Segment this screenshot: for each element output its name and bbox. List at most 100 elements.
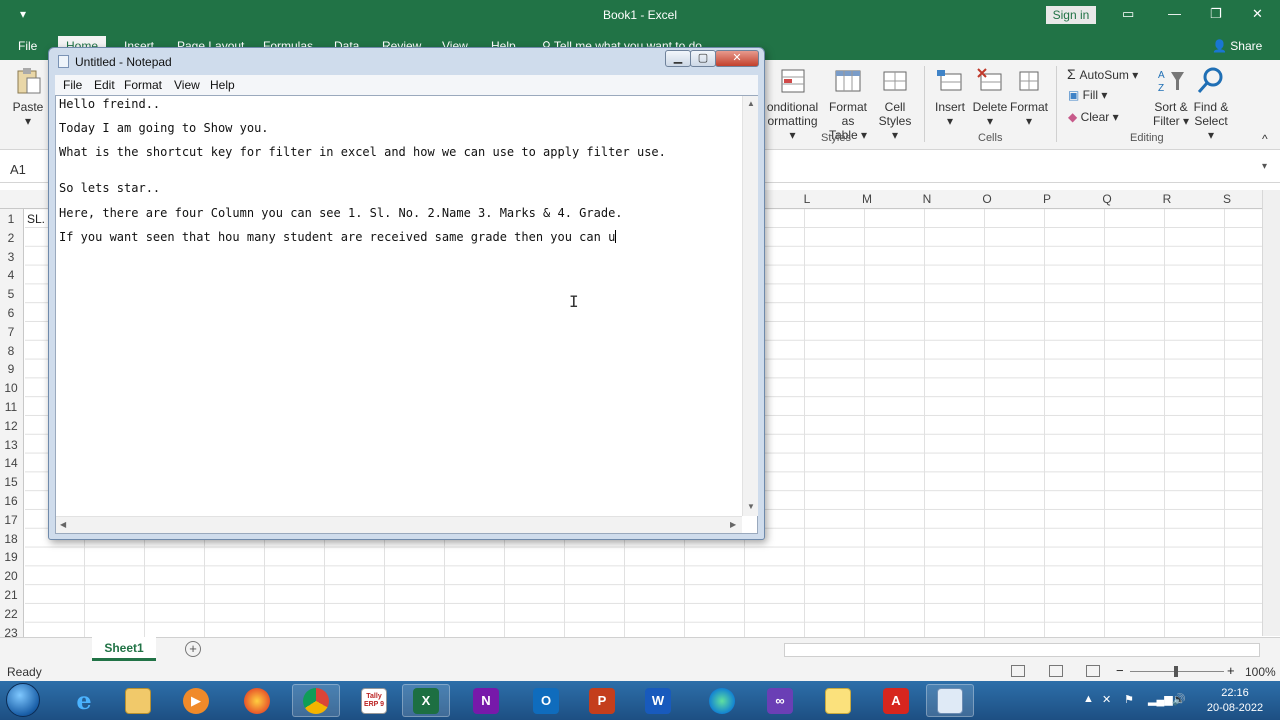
taskbar-notepad[interactable] (926, 684, 974, 717)
minimize-button[interactable]: — (1168, 6, 1181, 21)
zoom-in-icon[interactable]: + (1227, 663, 1235, 678)
conditional-formatting-button[interactable]: onditional ormatting ▾ (765, 66, 820, 142)
taskbar-edge[interactable] (698, 684, 746, 717)
taskbar-tally-erp[interactable]: Tally ERP 9 (350, 684, 398, 717)
column-header[interactable]: S (1197, 192, 1257, 206)
start-button[interactable] (6, 683, 40, 717)
delete-cells-button[interactable]: Delete ▾ (970, 66, 1010, 128)
notepad-vertical-scrollbar[interactable]: ▲ ▼ (742, 96, 758, 516)
column-header[interactable]: Q (1077, 192, 1137, 206)
taskbar-onenote[interactable]: N (462, 684, 510, 717)
scroll-up-icon[interactable]: ▲ (747, 99, 755, 108)
menu-edit[interactable]: Edit (94, 78, 115, 92)
row-header[interactable]: 15 (0, 475, 22, 489)
row-header[interactable]: 19 (0, 550, 22, 564)
notepad-maximize-button[interactable]: ▢ (690, 50, 716, 67)
taskbar-media-player[interactable]: ▶ (172, 684, 220, 717)
network-icon[interactable]: ✕ (1102, 693, 1111, 706)
scroll-left-icon[interactable]: ◀ (60, 520, 66, 529)
row-header[interactable]: 8 (0, 344, 22, 358)
zoom-out-icon[interactable]: − (1116, 663, 1124, 678)
volume-icon[interactable]: 🔊 (1172, 693, 1186, 706)
autosum-button[interactable]: Σ AutoSum ▾ (1067, 66, 1138, 82)
taskbar-sticky-notes[interactable] (814, 684, 862, 717)
sign-in-button[interactable]: Sign in (1046, 6, 1096, 24)
signal-icon[interactable]: ▂▄▆ (1148, 693, 1173, 706)
row-header[interactable]: 16 (0, 494, 22, 508)
column-header[interactable]: M (837, 192, 897, 206)
scroll-down-icon[interactable]: ▼ (747, 502, 755, 511)
taskbar-acrobat[interactable]: A (872, 684, 920, 717)
row-header[interactable]: 20 (0, 569, 22, 583)
tab-file[interactable]: File (18, 39, 37, 53)
ribbon-display-options-icon[interactable]: ▭ (1122, 6, 1134, 22)
close-button[interactable]: ✕ (1252, 6, 1263, 22)
taskbar-powerpoint[interactable]: P (578, 684, 626, 717)
row-header[interactable]: 9 (0, 362, 22, 376)
menu-help[interactable]: Help (210, 78, 235, 92)
page-break-view-icon[interactable] (1086, 665, 1100, 677)
column-header[interactable]: N (897, 192, 957, 206)
fill-button[interactable]: ▣ Fill ▾ (1068, 88, 1107, 102)
row-header[interactable]: 18 (0, 532, 22, 546)
page-layout-view-icon[interactable] (1049, 665, 1063, 677)
row-header[interactable]: 21 (0, 588, 22, 602)
row-header[interactable]: 3 (0, 250, 22, 264)
menu-format[interactable]: Format (124, 78, 162, 92)
row-header[interactable]: 10 (0, 381, 22, 395)
column-header[interactable]: R (1137, 192, 1197, 206)
scroll-right-icon[interactable]: ▶ (730, 520, 736, 529)
taskbar-word[interactable]: W (634, 684, 682, 717)
row-header[interactable]: 1 (0, 212, 22, 226)
row-header[interactable]: 14 (0, 456, 22, 470)
taskbar-excel[interactable]: X (402, 684, 450, 717)
taskbar-internet-explorer[interactable]: e (60, 684, 108, 717)
show-hidden-icons-icon[interactable]: ▲ (1083, 693, 1094, 705)
taskbar-chrome[interactable] (292, 684, 340, 717)
name-box[interactable]: A1 (10, 162, 26, 177)
menu-view[interactable]: View (174, 78, 200, 92)
insert-cells-button[interactable]: Insert ▾ (930, 66, 970, 128)
normal-view-icon[interactable] (1011, 665, 1025, 677)
row-header[interactable]: 5 (0, 287, 22, 301)
row-header[interactable]: 7 (0, 325, 22, 339)
column-header[interactable]: O (957, 192, 1017, 206)
restore-button[interactable]: ❐ (1210, 6, 1222, 22)
clear-button[interactable]: ◆ Clear ▾ (1068, 110, 1119, 124)
notepad-titlebar[interactable]: Untitled - Notepad ▁ ▢ ✕ (49, 48, 764, 74)
notepad-edit-area[interactable]: Hello freind.. Today I am going to Show … (55, 95, 758, 534)
vertical-scrollbar[interactable] (1262, 190, 1280, 636)
add-sheet-icon[interactable]: + (185, 641, 201, 657)
notifications-icon[interactable]: ⚑ (1124, 693, 1134, 706)
cell-styles-button[interactable]: Cell Styles ▾ (874, 66, 916, 142)
row-header[interactable]: 4 (0, 268, 22, 282)
notepad-horizontal-scrollbar[interactable]: ◀ ▶ (56, 516, 742, 533)
taskbar-clock[interactable]: 22:16 20-08-2022 (1200, 686, 1270, 716)
sheet-tab-sheet1[interactable]: Sheet1 (92, 637, 156, 661)
zoom-slider-thumb[interactable] (1174, 666, 1178, 677)
column-header[interactable]: P (1017, 192, 1077, 206)
notepad-close-button[interactable]: ✕ (715, 50, 759, 67)
taskbar-firefox[interactable] (233, 684, 281, 717)
row-header[interactable]: 13 (0, 438, 22, 452)
row-header[interactable]: 17 (0, 513, 22, 527)
notepad-text[interactable]: Hello freind.. Today I am going to Show … (58, 96, 746, 516)
share-button[interactable]: 👤 Share (1212, 39, 1262, 53)
sort-filter-button[interactable]: AZ Sort & Filter ▾ (1150, 66, 1192, 128)
expand-formula-bar-icon[interactable]: ▾ (1262, 161, 1267, 172)
taskbar-visual-studio[interactable]: ∞ (756, 684, 804, 717)
format-as-table-button[interactable]: Format as Table ▾ (822, 66, 874, 142)
column-header[interactable]: L (777, 192, 837, 206)
menu-file[interactable]: File (63, 78, 82, 92)
row-header[interactable]: 11 (0, 400, 22, 414)
row-header[interactable]: 6 (0, 306, 22, 320)
horizontal-scrollbar[interactable] (784, 643, 1260, 657)
taskbar-file-explorer[interactable] (114, 684, 162, 717)
notepad-minimize-button[interactable]: ▁ (665, 50, 691, 67)
find-select-button[interactable]: Find & Select ▾ (1190, 66, 1232, 142)
row-header[interactable]: 12 (0, 419, 22, 433)
paste-button[interactable]: Paste ▾ (8, 66, 48, 128)
zoom-level[interactable]: 100% (1245, 665, 1276, 679)
cell-a1[interactable]: SL. (27, 212, 45, 226)
row-header[interactable]: 22 (0, 607, 22, 621)
